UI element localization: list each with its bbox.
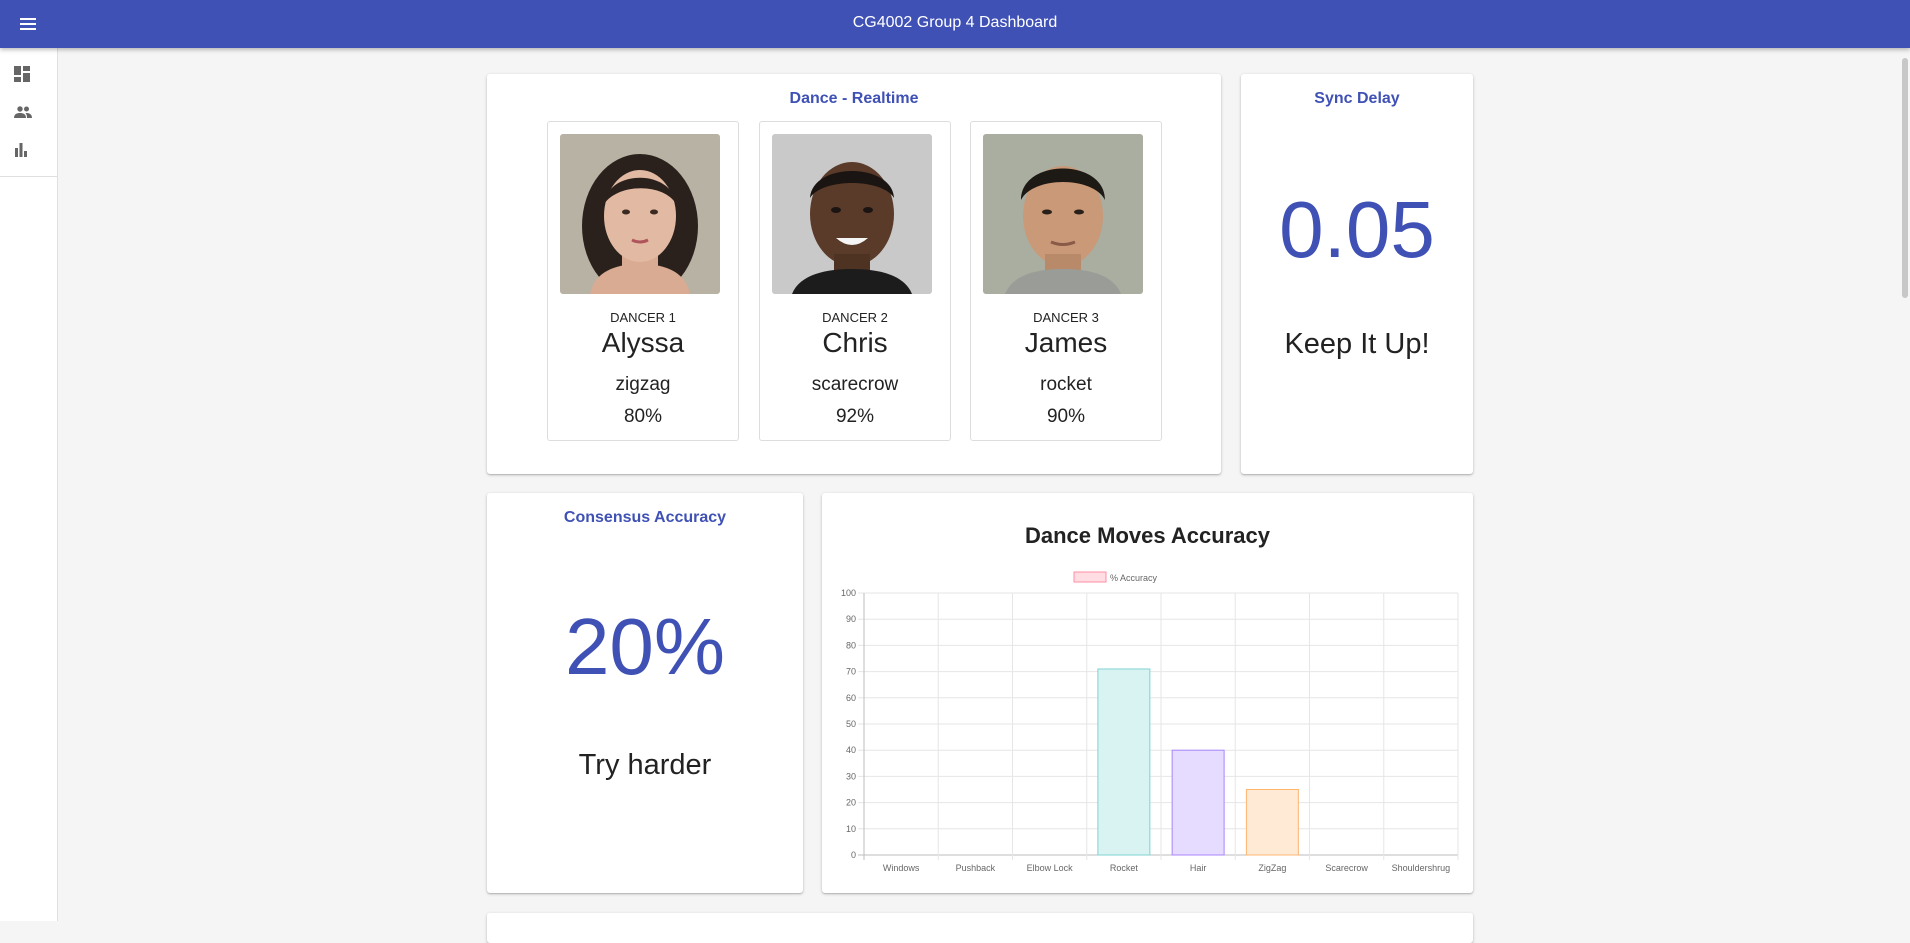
- x-tick-label: Pushback: [956, 863, 996, 873]
- y-tick-label: 0: [851, 850, 856, 860]
- x-tick-label: Windows: [883, 863, 920, 873]
- sidebar-item-people[interactable]: [0, 93, 57, 131]
- chart-card: Dance Moves Accuracy % Accuracy 0 10 20 30 40…: [822, 493, 1473, 893]
- x-tick-label: ZigZag: [1258, 863, 1286, 873]
- dancer-accuracy: 92%: [835, 406, 875, 427]
- y-tick-label: 70: [846, 667, 856, 677]
- lower-card: [487, 913, 1473, 943]
- x-tick-label: Shouldershrug: [1392, 863, 1451, 873]
- y-tick-label: 100: [841, 588, 856, 598]
- sync-delay-value: 0.05: [1279, 185, 1435, 274]
- people-icon: [14, 106, 32, 118]
- dancer-move: rocket: [1040, 374, 1092, 395]
- y-tick-label: 20: [846, 798, 856, 808]
- bar-rocket: [1097, 668, 1151, 856]
- y-tick-label: 90: [846, 614, 856, 624]
- x-tick-label: Hair: [1190, 863, 1207, 873]
- dancer-avatar: [560, 134, 720, 294]
- chart-legend: % Accuracy: [1073, 571, 1158, 583]
- sync-delay-message: Keep It Up!: [1284, 328, 1430, 360]
- scrollbar-thumb[interactable]: [1902, 58, 1908, 298]
- dancer-name: Alyssa: [601, 327, 685, 358]
- x-tick-label: Elbow Lock: [1027, 863, 1074, 873]
- sidebar: [0, 48, 58, 921]
- page-scrollbar[interactable]: [1900, 48, 1910, 921]
- dancer-avatar: [983, 134, 1143, 294]
- app-bar: CG4002 Group 4 Dashboard: [0, 0, 1910, 48]
- consensus-card: Consensus Accuracy 20% Try harder: [487, 493, 803, 893]
- y-tick-label: 60: [846, 693, 856, 703]
- sidebar-item-charts[interactable]: [0, 131, 57, 169]
- y-tick-label: 10: [846, 824, 856, 834]
- dancer-avatar: [772, 134, 932, 294]
- dancer-card-3: DANCER 3 James rocket 90%: [970, 121, 1162, 441]
- y-tick-label: 40: [846, 745, 856, 755]
- sidebar-item-dashboard[interactable]: [0, 55, 57, 93]
- realtime-card: Dance - Realtime DANCER 1 Alyssa zigzag …: [487, 74, 1221, 474]
- dancer-accuracy: 90%: [1046, 406, 1086, 427]
- dancer-role: DANCER 3: [1033, 310, 1099, 325]
- y-tick-label: 30: [846, 771, 856, 781]
- legend-swatch: [1073, 571, 1107, 583]
- dancer-move: scarecrow: [811, 374, 899, 395]
- y-tick-label: 50: [846, 719, 856, 729]
- app-title: CG4002 Group 4 Dashboard: [852, 14, 1058, 31]
- dancer-role: DANCER 2: [822, 310, 888, 325]
- y-tick-label: 80: [846, 640, 856, 650]
- dancer-name: James: [1024, 327, 1108, 358]
- x-tick-label: Scarecrow: [1325, 863, 1368, 873]
- realtime-title: Dance - Realtime: [789, 90, 919, 107]
- legend-label: % Accuracy: [1110, 573, 1158, 583]
- sync-delay-title: Sync Delay: [1314, 90, 1400, 107]
- consensus-title: Consensus Accuracy: [563, 509, 727, 526]
- dashboard-icon: [14, 66, 30, 82]
- bar-zigzag: [1245, 789, 1299, 856]
- dancer-accuracy: 80%: [623, 406, 663, 427]
- consensus-message: Try harder: [578, 749, 712, 781]
- bar-chart-icon: [15, 143, 27, 157]
- dancer-card-2: DANCER 2 Chris scarecrow 92%: [759, 121, 951, 441]
- dancer-name: Chris: [822, 327, 888, 358]
- sync-delay-card: Sync Delay 0.05 Keep It Up!: [1241, 74, 1473, 474]
- x-tick-label: Rocket: [1110, 863, 1139, 873]
- bar-hair: [1171, 749, 1225, 856]
- dancer-move: zigzag: [615, 374, 671, 395]
- dancer-role: DANCER 1: [610, 310, 676, 325]
- dancer-card-1: DANCER 1 Alyssa zigzag 80%: [547, 121, 739, 441]
- accuracy-bar-chart: % Accuracy 0 10 20 30 40 50 60 70 80 90 100 Windows P…: [841, 571, 1459, 873]
- consensus-value: 20%: [564, 602, 726, 691]
- sidebar-nav: [0, 48, 57, 177]
